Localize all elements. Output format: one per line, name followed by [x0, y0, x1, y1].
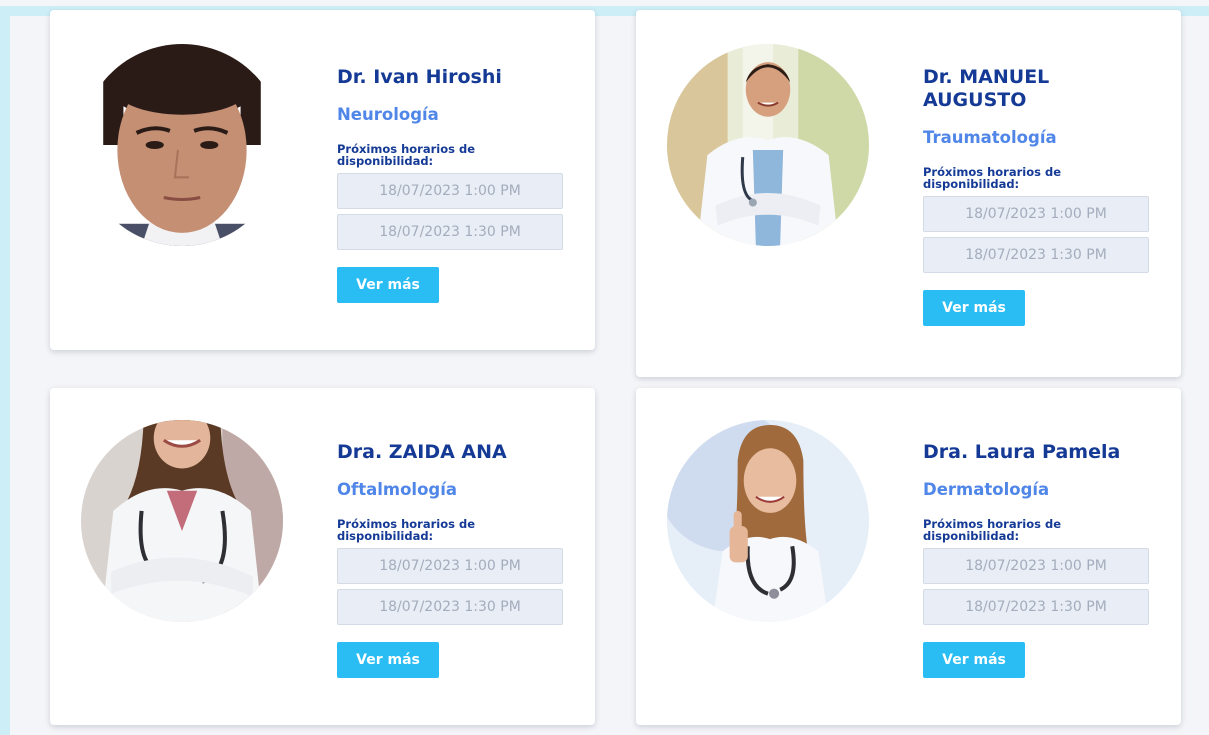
time-slot-list: 18/07/2023 1:00 PM 18/07/2023 1:30 PM [923, 196, 1153, 273]
doctor-name: Dr. MANUEL AUGUSTO [923, 66, 1050, 111]
view-more-button[interactable]: Ver más [923, 290, 1025, 326]
doctor-card: Dra. Laura Pamela Dermatología Próximos … [636, 388, 1181, 725]
view-more-button[interactable]: Ver más [337, 267, 439, 303]
time-slot[interactable]: 18/07/2023 1:30 PM [337, 589, 563, 625]
doctor-name: Dr. Ivan Hiroshi [337, 66, 502, 88]
frame-left-border [0, 6, 10, 735]
doctor-card: Dra. ZAIDA ANA Oftalmología Próximos hor… [50, 388, 595, 725]
doctor-specialty: Oftalmología [337, 480, 458, 499]
time-slot[interactable]: 18/07/2023 1:30 PM [923, 589, 1149, 625]
availability-label: Próximos horarios de disponibilidad: [337, 517, 476, 543]
doctor-name: Dra. Laura Pamela [923, 441, 1121, 463]
time-slot[interactable]: 18/07/2023 1:00 PM [923, 196, 1149, 232]
availability-label: Próximos horarios de disponibilidad: [337, 142, 476, 168]
time-slot[interactable]: 18/07/2023 1:00 PM [923, 548, 1149, 584]
time-slot-list: 18/07/2023 1:00 PM 18/07/2023 1:30 PM [923, 548, 1153, 625]
view-more-button[interactable]: Ver más [337, 642, 439, 678]
time-slot-list: 18/07/2023 1:00 PM 18/07/2023 1:30 PM [337, 173, 567, 250]
doctor-photo [81, 44, 283, 246]
time-slot-list: 18/07/2023 1:00 PM 18/07/2023 1:30 PM [337, 548, 567, 625]
doctor-name: Dra. ZAIDA ANA [337, 441, 507, 463]
doctor-photo [81, 420, 283, 622]
view-more-button[interactable]: Ver más [923, 642, 1025, 678]
time-slot[interactable]: 18/07/2023 1:00 PM [337, 548, 563, 584]
time-slot[interactable]: 18/07/2023 1:00 PM [337, 173, 563, 209]
doctor-photo [667, 44, 869, 246]
doctor-card: Dr. MANUEL AUGUSTO Traumatología Próximo… [636, 10, 1181, 377]
doctor-specialty: Neurología [337, 105, 439, 124]
availability-label: Próximos horarios de disponibilidad: [923, 165, 1062, 191]
availability-label: Próximos horarios de disponibilidad: [923, 517, 1062, 543]
doctor-photo [667, 420, 869, 622]
time-slot[interactable]: 18/07/2023 1:30 PM [923, 237, 1149, 273]
time-slot[interactable]: 18/07/2023 1:30 PM [337, 214, 563, 250]
doctor-specialty: Dermatología [923, 480, 1050, 499]
doctor-specialty: Traumatología [923, 128, 1057, 147]
doctor-card: Dr. Ivan Hiroshi Neurología Próximos hor… [50, 10, 595, 350]
